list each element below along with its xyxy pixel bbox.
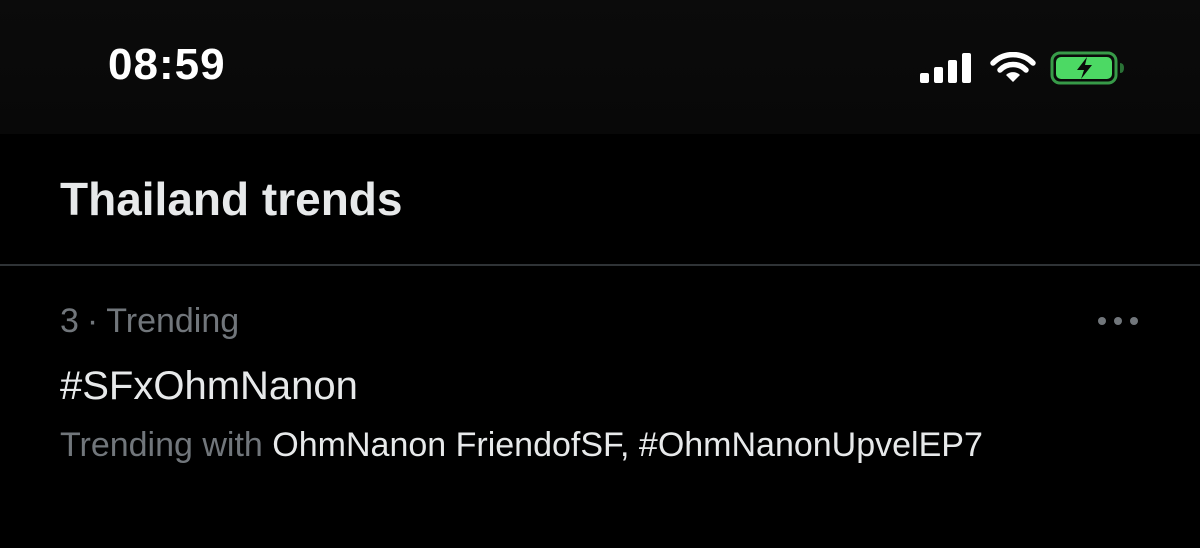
battery-charging-icon (1050, 51, 1124, 85)
trends-header: Thailand trends (0, 134, 1200, 266)
cellular-signal-icon (920, 53, 971, 83)
wifi-icon (990, 52, 1036, 82)
trend-meta: 3 · Trending (60, 302, 239, 341)
trending-with-links[interactable]: OhmNanon FriendofSF, #OhmNanonUpvelEP7 (272, 426, 983, 464)
more-options-button[interactable] (1098, 314, 1138, 328)
more-horizontal-icon-dot (1114, 317, 1122, 325)
status-time: 08:59 (108, 40, 226, 89)
trending-with: Trending with OhmNanon FriendofSF, #OhmN… (60, 426, 983, 465)
more-horizontal-icon-dot (1130, 317, 1138, 325)
more-horizontal-icon-dot (1098, 317, 1106, 325)
trend-hashtag[interactable]: #SFxOhmNanon (60, 364, 358, 409)
page-title: Thailand trends (60, 173, 403, 225)
trend-rank: 3 (60, 302, 79, 340)
trending-with-label: Trending with (60, 426, 263, 464)
status-icons (920, 48, 1126, 88)
trend-item[interactable]: 3 · Trending #SFxOhmNanon Trending with … (0, 268, 1200, 548)
trend-category: Trending (106, 302, 240, 340)
status-bar: 08:59 (0, 0, 1200, 134)
trend-meta-separator: · (86, 302, 99, 340)
